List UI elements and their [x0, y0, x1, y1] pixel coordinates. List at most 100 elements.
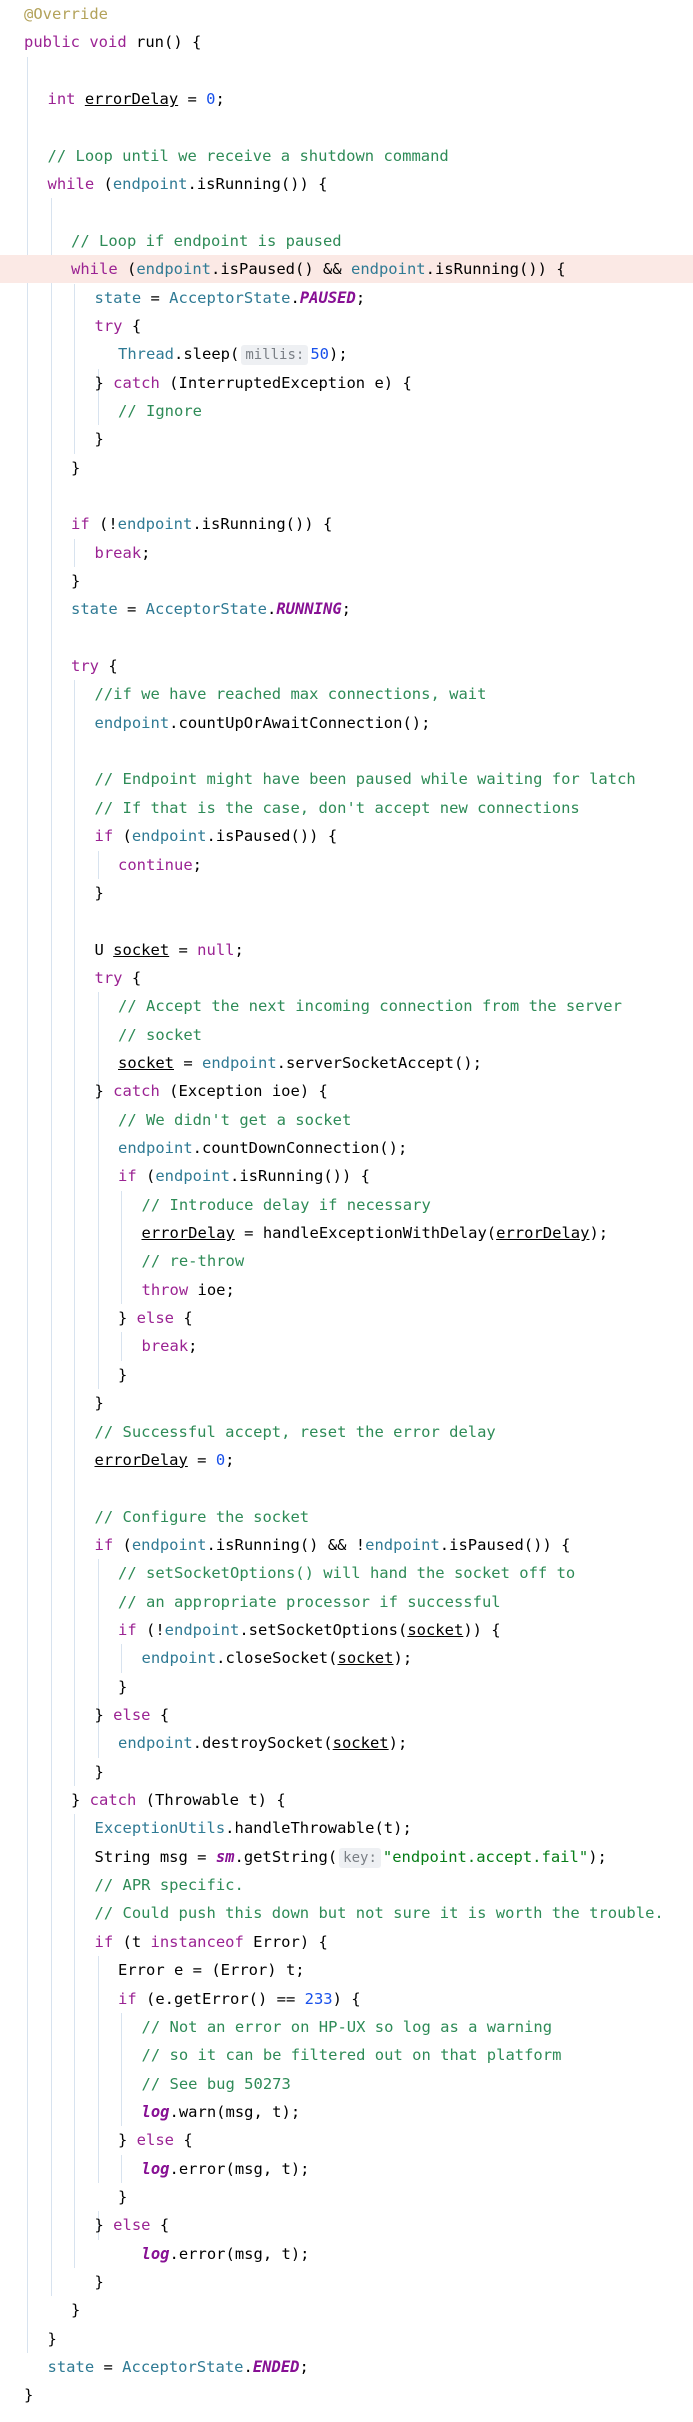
- code-token: .sleep(: [174, 345, 240, 364]
- code-line[interactable]: }: [0, 1758, 693, 1786]
- code-line[interactable]: socket = endpoint.serverSocketAccept();: [0, 1049, 693, 1077]
- code-line[interactable]: if (endpoint.isPaused()) {: [0, 822, 693, 850]
- code-line[interactable]: //if we have reached max connections, wa…: [0, 680, 693, 708]
- code-line[interactable]: state = AcceptorState.PAUSED;: [0, 284, 693, 312]
- code-line[interactable]: break;: [0, 1332, 693, 1360]
- code-line[interactable]: // If that is the case, don't accept new…: [0, 794, 693, 822]
- code-line[interactable]: }: [0, 454, 693, 482]
- code-line[interactable]: // an appropriate processor if successfu…: [0, 1588, 693, 1616]
- code-line[interactable]: [0, 624, 693, 652]
- code-line[interactable]: }: [0, 2381, 693, 2409]
- code-token: endpoint: [131, 827, 207, 846]
- code-line[interactable]: // Not an error on HP-UX so log as a war…: [0, 2013, 693, 2041]
- code-line[interactable]: if (e.getError() == 233) {: [0, 1985, 693, 2013]
- code-line[interactable]: } catch (Throwable t) {: [0, 1786, 693, 1814]
- code-line[interactable]: // Endpoint might have been paused while…: [0, 765, 693, 793]
- code-line[interactable]: // Successful accept, reset the error de…: [0, 1418, 693, 1446]
- code-line[interactable]: }: [0, 1673, 693, 1701]
- code-line[interactable]: log.error(msg, t);: [0, 2155, 693, 2183]
- code-line[interactable]: try {: [0, 964, 693, 992]
- code-line[interactable]: }: [0, 879, 693, 907]
- code-line[interactable]: errorDelay = 0;: [0, 1446, 693, 1474]
- code-line[interactable]: String msg = sm.getString(key: "endpoint.…: [0, 1843, 693, 1871]
- code-line[interactable]: } catch (InterruptedException e) {: [0, 369, 693, 397]
- code-line[interactable]: state = AcceptorState.RUNNING;: [0, 595, 693, 623]
- code-line[interactable]: continue;: [0, 851, 693, 879]
- code-line[interactable]: } else {: [0, 1701, 693, 1729]
- code-line[interactable]: [0, 57, 693, 85]
- code-line[interactable]: // Introduce delay if necessary: [0, 1191, 693, 1219]
- code-line[interactable]: endpoint.countDownConnection();: [0, 1134, 693, 1162]
- code-line[interactable]: @Override: [0, 0, 693, 28]
- code-line[interactable]: state = AcceptorState.ENDED;: [0, 2353, 693, 2381]
- code-line[interactable]: // Accept the next incoming connection f…: [0, 992, 693, 1020]
- code-line[interactable]: } else {: [0, 2211, 693, 2239]
- code-line[interactable]: if (!endpoint.isRunning()) {: [0, 510, 693, 538]
- code-token: Thread: [118, 345, 174, 364]
- code-line[interactable]: while (endpoint.isRunning()) {: [0, 170, 693, 198]
- code-token: sm: [215, 1847, 235, 1866]
- code-line[interactable]: }: [0, 1361, 693, 1389]
- code-line[interactable]: ExceptionUtils.handleThrowable(t);: [0, 1814, 693, 1842]
- code-line[interactable]: // Loop until we receive a shutdown comm…: [0, 142, 693, 170]
- code-line[interactable]: // setSocketOptions() will hand the sock…: [0, 1559, 693, 1587]
- code-line[interactable]: if (endpoint.isRunning()) {: [0, 1162, 693, 1190]
- code-line[interactable]: endpoint.countUpOrAwaitConnection();: [0, 709, 693, 737]
- code-line[interactable]: }: [0, 1389, 693, 1417]
- code-line[interactable]: if (endpoint.isRunning() && !endpoint.is…: [0, 1531, 693, 1559]
- code-line[interactable]: // Loop if endpoint is paused: [0, 227, 693, 255]
- code-line[interactable]: }: [0, 2325, 693, 2353]
- code-line[interactable]: [0, 737, 693, 765]
- code-token: socket: [407, 1620, 464, 1639]
- code-token: .destroySocket(: [192, 1734, 333, 1753]
- code-token: RUNNING: [276, 600, 342, 619]
- code-line[interactable]: Thread.sleep(millis: 50);: [0, 340, 693, 368]
- code-line[interactable]: try {: [0, 312, 693, 340]
- code-line[interactable]: throw ioe;: [0, 1276, 693, 1304]
- code-line[interactable]: if (!endpoint.setSocketOptions(socket)) …: [0, 1616, 693, 1644]
- code-line[interactable]: log.warn(msg, t);: [0, 2098, 693, 2126]
- code-line-highlighted[interactable]: while (endpoint.isPaused() && endpoint.i…: [0, 255, 693, 284]
- code-line[interactable]: // socket: [0, 1021, 693, 1049]
- code-line[interactable]: // Configure the socket: [0, 1503, 693, 1531]
- code-line[interactable]: break;: [0, 539, 693, 567]
- code-line[interactable]: } else {: [0, 1304, 693, 1332]
- code-token: (: [146, 1167, 156, 1186]
- code-token: }: [94, 2216, 114, 2235]
- code-line[interactable]: public void run() {: [0, 28, 693, 56]
- code-line[interactable]: [0, 113, 693, 141]
- code-line[interactable]: endpoint.destroySocket(socket);: [0, 1729, 693, 1757]
- code-line[interactable]: if (t instanceof Error) {: [0, 1928, 693, 1956]
- code-editor[interactable]: @Override public void run() { int errorDel…: [0, 0, 693, 2422]
- code-line[interactable]: }: [0, 567, 693, 595]
- code-line[interactable]: }: [0, 2183, 693, 2211]
- code-line[interactable]: errorDelay = handleExceptionWithDelay(er…: [0, 1219, 693, 1247]
- code-token: endpoint: [117, 515, 193, 534]
- code-line[interactable]: log.error(msg, t);: [0, 2240, 693, 2268]
- code-line[interactable]: [0, 907, 693, 935]
- code-token: .handleThrowable(t);: [225, 1819, 412, 1838]
- code-line[interactable]: [0, 198, 693, 226]
- code-line[interactable]: // Ignore: [0, 397, 693, 425]
- code-line[interactable]: int errorDelay = 0;: [0, 85, 693, 113]
- code-line[interactable]: } catch (Exception ioe) {: [0, 1077, 693, 1105]
- code-line[interactable]: } else {: [0, 2126, 693, 2154]
- code-token: ;: [141, 543, 151, 562]
- code-line[interactable]: // We didn't get a socket: [0, 1106, 693, 1134]
- code-line[interactable]: }: [0, 425, 693, 453]
- code-line[interactable]: }: [0, 2296, 693, 2324]
- code-line[interactable]: U socket = null;: [0, 936, 693, 964]
- code-line[interactable]: }: [0, 2268, 693, 2296]
- code-token: // Successful accept, reset the error de…: [94, 1422, 496, 1441]
- code-line[interactable]: // See bug 50273: [0, 2070, 693, 2098]
- code-line[interactable]: [0, 1474, 693, 1502]
- code-line[interactable]: try {: [0, 652, 693, 680]
- code-line[interactable]: endpoint.closeSocket(socket);: [0, 1644, 693, 1672]
- code-line[interactable]: Error e = (Error) t;: [0, 1956, 693, 1984]
- code-line[interactable]: // re-throw: [0, 1247, 693, 1275]
- code-line[interactable]: // so it can be filtered out on that pla…: [0, 2041, 693, 2069]
- code-token: }: [94, 883, 104, 902]
- code-line[interactable]: // Could push this down but not sure it …: [0, 1899, 693, 1927]
- code-line[interactable]: [0, 482, 693, 510]
- code-line[interactable]: // APR specific.: [0, 1871, 693, 1899]
